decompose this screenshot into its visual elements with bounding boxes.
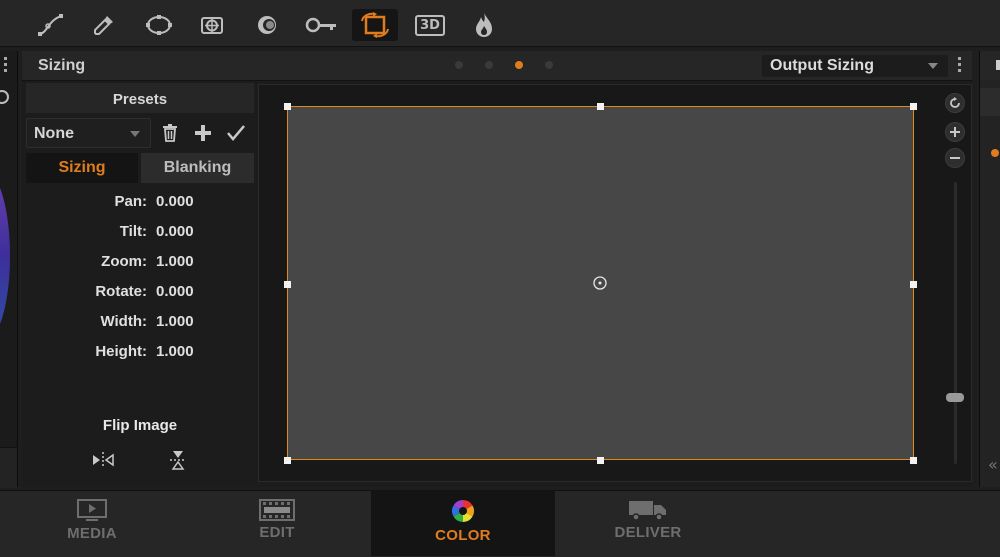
sizing-mode-value: Output Sizing xyxy=(770,57,874,74)
handle-middle-right[interactable] xyxy=(910,281,917,288)
media-icon xyxy=(77,499,107,521)
windows-button[interactable] xyxy=(136,9,182,41)
page-label-media: MEDIA xyxy=(67,525,117,542)
flip-vertical-icon[interactable] xyxy=(169,449,187,471)
chevron-down-icon xyxy=(130,131,140,137)
tracker-button[interactable] xyxy=(189,9,235,41)
width-value[interactable]: 1.000 xyxy=(156,313,194,330)
palette-toolbar: 3D xyxy=(0,0,1000,47)
pan-value[interactable]: 0.000 xyxy=(156,193,194,210)
minus-icon xyxy=(950,157,960,159)
handle-bottom-center[interactable] xyxy=(597,457,604,464)
page-tab-media[interactable]: MEDIA xyxy=(0,490,184,556)
reset-icon xyxy=(950,97,960,108)
sizing-icon xyxy=(361,12,389,38)
page-label-color: COLOR xyxy=(435,527,491,544)
sizing-button[interactable] xyxy=(352,9,398,41)
flip-horizontal-icon[interactable] xyxy=(91,451,115,469)
blur-icon xyxy=(258,16,276,34)
page-dot-4[interactable] xyxy=(545,61,553,69)
color-wheel-edge xyxy=(0,171,10,341)
chevron-down-icon xyxy=(928,63,938,69)
tab-blanking[interactable]: Blanking xyxy=(141,153,254,183)
blur-button[interactable] xyxy=(244,9,290,41)
fx-button[interactable] xyxy=(461,9,507,41)
right-panel-row xyxy=(980,88,1000,116)
page-label-edit: EDIT xyxy=(259,524,295,541)
curve-icon xyxy=(38,14,63,36)
stereo-3d-button[interactable]: 3D xyxy=(407,9,453,41)
page-tab-deliver[interactable]: DELIVER xyxy=(556,490,740,556)
checkmark-icon[interactable] xyxy=(227,125,245,141)
tracker-icon xyxy=(201,17,223,34)
height-label: Height: xyxy=(95,343,147,360)
left-panel-edge xyxy=(0,51,18,488)
handle-bottom-right[interactable] xyxy=(910,457,917,464)
handle-middle-left[interactable] xyxy=(284,281,291,288)
pan-label: Pan: xyxy=(114,193,147,210)
curves-button[interactable] xyxy=(28,9,74,41)
deliver-truck-icon xyxy=(629,501,666,521)
trash-icon[interactable] xyxy=(162,124,178,142)
power-window-icon xyxy=(146,15,172,35)
page-tab-color[interactable]: COLOR xyxy=(371,490,555,556)
plus-icon xyxy=(950,127,960,137)
height-value[interactable]: 1.000 xyxy=(156,343,194,360)
reset-icon[interactable] xyxy=(0,89,10,105)
rotate-label: Rotate: xyxy=(95,283,147,300)
handle-top-left[interactable] xyxy=(284,103,291,110)
zoom-slider-thumb[interactable] xyxy=(946,393,964,402)
eyedropper-icon xyxy=(94,16,113,35)
zoom-in-button[interactable] xyxy=(945,122,965,142)
presets-title: Presets xyxy=(112,91,168,108)
tilt-value[interactable]: 0.000 xyxy=(156,223,194,240)
add-icon[interactable] xyxy=(195,125,211,141)
center-point-icon[interactable] xyxy=(593,276,607,290)
expand-left-icon[interactable]: « xyxy=(988,455,998,474)
flip-image-title: Flip Image xyxy=(102,417,178,434)
page-dot-1[interactable] xyxy=(455,61,463,69)
3d-icon: 3D xyxy=(415,14,445,36)
zoom-slider-track[interactable] xyxy=(954,182,957,464)
preset-value: None xyxy=(34,125,74,142)
page-dot-2[interactable] xyxy=(485,61,493,69)
color-wheel-icon xyxy=(452,500,474,522)
key-button[interactable] xyxy=(299,9,345,41)
right-panel-tab-icon[interactable] xyxy=(996,60,1000,70)
handle-top-center[interactable] xyxy=(597,103,604,110)
options-menu-icon[interactable] xyxy=(4,57,8,75)
panel-title: Sizing xyxy=(38,57,86,74)
active-node-dot xyxy=(991,149,999,157)
zoom-value[interactable]: 1.000 xyxy=(156,253,194,270)
right-panel-edge: « xyxy=(979,51,1000,487)
reset-zoom-button[interactable] xyxy=(945,93,965,113)
qualifier-button[interactable] xyxy=(81,9,127,41)
flame-icon xyxy=(476,13,492,37)
page-tab-edit[interactable]: EDIT xyxy=(185,490,369,556)
tilt-label: Tilt: xyxy=(119,223,147,240)
handle-bottom-left[interactable] xyxy=(284,457,291,464)
handle-top-right[interactable] xyxy=(910,103,917,110)
zoom-out-button[interactable] xyxy=(945,148,965,168)
page-label-deliver: DELIVER xyxy=(614,524,682,541)
key-icon xyxy=(305,17,336,33)
page-dot-3[interactable] xyxy=(515,61,523,69)
panel-options-icon[interactable] xyxy=(958,57,962,75)
edit-icon xyxy=(259,499,295,521)
zoom-label: Zoom: xyxy=(101,253,147,270)
width-label: Width: xyxy=(100,313,147,330)
rotate-value[interactable]: 0.000 xyxy=(156,283,194,300)
left-panel-footer xyxy=(0,447,17,488)
tab-sizing[interactable]: Sizing xyxy=(26,153,138,183)
